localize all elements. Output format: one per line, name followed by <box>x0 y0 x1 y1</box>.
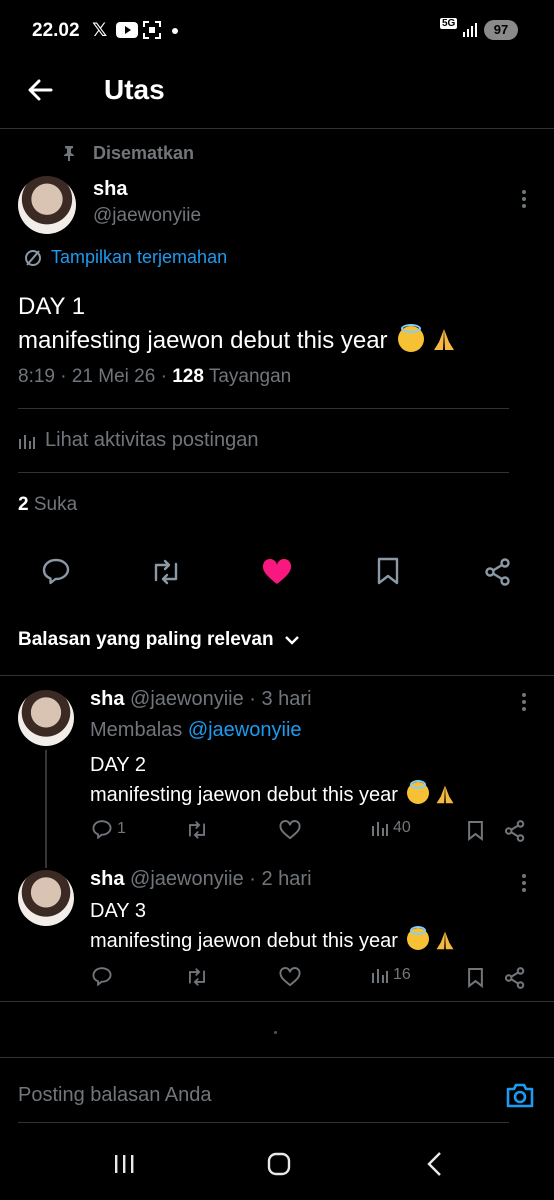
reply-header: sha @jaewonyiie · 3 hari <box>90 688 312 711</box>
sort-dropdown[interactable]: Balasan yang paling relevan <box>18 629 300 651</box>
bookmark-icon[interactable] <box>467 967 484 988</box>
network-icon: 5G <box>440 18 458 29</box>
post-line-2: manifesting jaewon debut this year <box>18 327 388 354</box>
reply-reply-button[interactable]: 1 <box>91 819 126 839</box>
angel-emoji-icon <box>398 324 425 352</box>
post-meta: 8:19 · 21 Mei 26 · 128 Tayangan <box>18 366 291 388</box>
angel-emoji-icon <box>406 780 429 804</box>
divider <box>18 1122 509 1123</box>
divider <box>18 472 509 473</box>
reply-count: 1 <box>117 820 126 837</box>
youtube-icon <box>116 22 138 38</box>
dot-icon <box>172 28 178 34</box>
page-title: Utas <box>104 74 165 105</box>
header-divider <box>0 128 554 129</box>
back-icon[interactable] <box>425 1151 443 1177</box>
status-time: 22.02 <box>32 20 80 41</box>
bookmark-icon[interactable] <box>376 557 400 585</box>
views-count: 40 <box>393 819 411 836</box>
home-icon[interactable] <box>266 1151 292 1177</box>
reply-views[interactable]: 40 <box>371 819 411 837</box>
reply-input[interactable]: Posting balasan Anda <box>18 1084 212 1107</box>
reply-line-2: manifesting jaewon debut this year <box>90 930 398 952</box>
reply-avatar[interactable] <box>18 690 74 746</box>
recent-apps-icon[interactable] <box>112 1152 136 1176</box>
divider <box>0 1001 554 1002</box>
more-options-icon[interactable] <box>520 691 528 713</box>
angel-emoji-icon <box>406 926 429 950</box>
avatar[interactable] <box>18 176 76 234</box>
reply-icon[interactable] <box>91 966 113 986</box>
praying-hands-emoji-icon <box>436 785 454 804</box>
analytics-icon <box>372 969 388 983</box>
reply-author-name[interactable]: sha <box>90 868 124 890</box>
scan-icon <box>143 21 161 39</box>
replying-label: Membalas <box>90 719 188 741</box>
bookmark-icon[interactable] <box>467 820 484 841</box>
praying-hands-emoji-icon <box>436 931 454 950</box>
reply-views[interactable]: 16 <box>371 966 411 984</box>
battery-icon: 97 <box>484 20 518 40</box>
reply-line-1: DAY 2 <box>90 754 146 776</box>
pin-icon <box>64 146 74 161</box>
divider <box>18 408 509 409</box>
post-timestamp: 8:19 · 21 Mei 26 · <box>18 366 173 387</box>
translate-icon <box>25 250 41 266</box>
praying-hands-emoji-icon <box>433 329 454 350</box>
share-icon[interactable] <box>504 967 526 989</box>
reply-icon[interactable] <box>41 557 71 585</box>
composer-divider <box>0 1057 554 1058</box>
view-label: Tayangan <box>203 366 292 387</box>
analytics-icon <box>19 435 35 449</box>
replying-to: Membalas @jaewonyiie <box>90 719 302 742</box>
reply-header: sha @jaewonyiie · 2 hari <box>90 868 312 891</box>
reply-handle-time: @jaewonyiie · 2 hari <box>124 868 312 890</box>
like-icon[interactable] <box>279 967 301 987</box>
analytics-icon <box>372 822 388 836</box>
more-options-icon[interactable] <box>520 872 528 894</box>
likes-summary[interactable]: 2 Suka <box>18 494 77 516</box>
like-icon[interactable] <box>279 820 301 840</box>
repost-icon[interactable] <box>149 558 183 586</box>
x-logo-icon: 𝕏 <box>92 20 108 41</box>
camera-icon[interactable] <box>505 1081 535 1109</box>
repost-icon[interactable] <box>185 967 209 987</box>
reply-line-1: DAY 3 <box>90 900 146 922</box>
view-count: 128 <box>172 366 204 387</box>
signal-icon <box>463 23 477 37</box>
reply-line-2: manifesting jaewon debut this year <box>90 784 398 806</box>
replying-handle-link[interactable]: @jaewonyiie <box>188 719 302 741</box>
like-icon[interactable] <box>262 559 292 585</box>
loading-dot <box>274 1031 277 1034</box>
reply-handle-time: @jaewonyiie · 3 hari <box>124 688 312 710</box>
translate-link[interactable]: Tampilkan terjemahan <box>51 247 227 268</box>
status-bar: 22.02 𝕏 5G 97 <box>0 0 554 60</box>
likes-label: Suka <box>28 494 78 515</box>
author-name[interactable]: sha <box>93 178 127 201</box>
divider <box>0 675 554 676</box>
share-icon[interactable] <box>504 820 526 842</box>
chevron-down-icon <box>284 636 299 645</box>
likes-count: 2 <box>18 494 29 515</box>
post-text: DAY 1 manifesting jaewon debut this year <box>18 290 538 358</box>
thread-line <box>45 750 47 868</box>
sort-label: Balasan yang paling relevan <box>18 629 274 650</box>
pinned-label: Disematkan <box>93 143 195 163</box>
reply-text: DAY 2 manifesting jaewon debut this year <box>90 750 456 810</box>
post-activity-link[interactable]: Lihat aktivitas postingan <box>45 429 258 452</box>
share-icon[interactable] <box>484 558 512 586</box>
header: Utas <box>0 60 554 128</box>
reply-avatar[interactable] <box>18 870 74 926</box>
reply-icon <box>92 820 112 839</box>
reply-text: DAY 3 manifesting jaewon debut this year <box>90 896 456 956</box>
repost-icon[interactable] <box>185 820 209 840</box>
views-count: 16 <box>393 966 411 983</box>
reply-author-name[interactable]: sha <box>90 688 124 710</box>
post-line-1: DAY 1 <box>18 293 86 320</box>
more-options-icon[interactable] <box>520 188 528 210</box>
author-handle[interactable]: @jaewonyiie <box>93 205 201 227</box>
back-arrow-icon[interactable] <box>26 76 54 104</box>
